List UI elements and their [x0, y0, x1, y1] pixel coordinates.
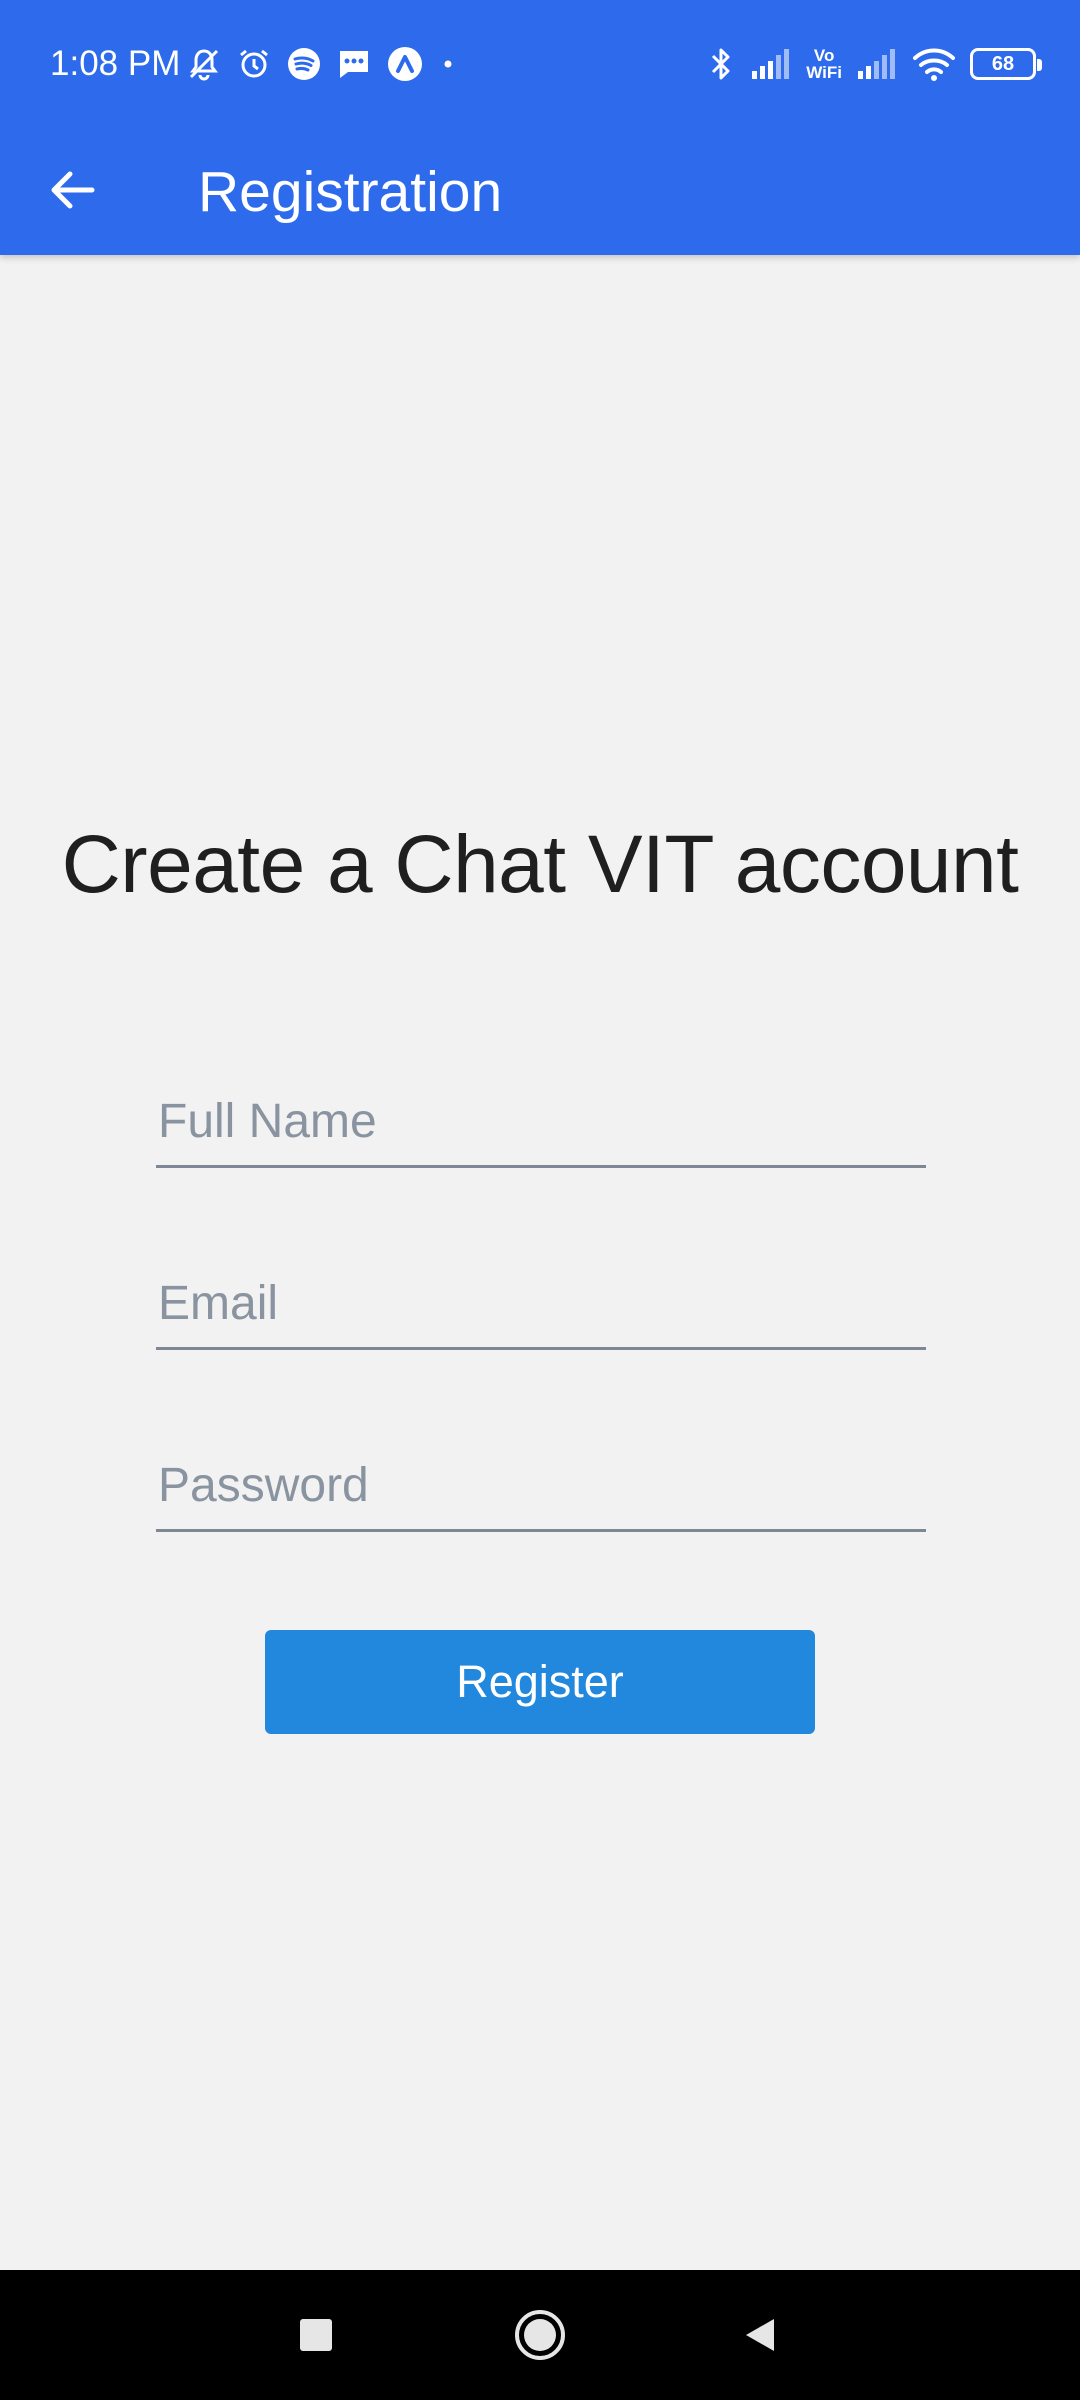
arrow-left-icon	[46, 164, 98, 216]
status-time: 1:08 PM	[50, 44, 181, 83]
wifi-icon	[912, 46, 956, 82]
system-nav-bar	[0, 2270, 1080, 2400]
page-title: Registration	[198, 160, 503, 224]
registration-screen: 1:08 PM Vo WiFi 68 Registration Create a…	[0, 0, 1080, 2400]
email-input[interactable]	[156, 1260, 926, 1347]
home-circle-icon	[513, 2308, 567, 2362]
vowifi-icon: Vo WiFi	[806, 46, 842, 82]
messages-icon	[336, 46, 372, 82]
back-button[interactable]	[30, 148, 114, 232]
battery-icon: 68	[970, 48, 1042, 80]
full-name-input[interactable]	[156, 1078, 926, 1165]
full-name-field	[156, 1078, 926, 1168]
top-bar: 1:08 PM Vo WiFi 68 Registration	[0, 0, 1080, 255]
status-bar: 1:08 PM Vo WiFi 68	[0, 0, 1080, 128]
spotify-icon	[286, 46, 322, 82]
recents-square-icon	[298, 2317, 334, 2353]
nav-back-button[interactable]	[720, 2295, 800, 2375]
status-right-icons: Vo WiFi 68	[706, 42, 1042, 86]
register-button[interactable]: Register	[265, 1630, 815, 1734]
mute-notification-icon	[186, 46, 222, 82]
arc-app-icon	[386, 45, 424, 83]
bluetooth-icon	[706, 45, 736, 83]
form-heading: Create a Chat VIT account	[61, 819, 1019, 910]
back-triangle-icon	[740, 2315, 780, 2355]
app-bar: Registration	[0, 128, 1080, 255]
email-field	[156, 1260, 926, 1350]
status-left-icons	[186, 44, 458, 84]
alarm-icon	[236, 46, 272, 82]
dot-icon	[438, 46, 458, 82]
home-button[interactable]	[500, 2295, 580, 2375]
recents-button[interactable]	[276, 2295, 356, 2375]
password-input[interactable]	[156, 1442, 926, 1529]
signal-icon	[750, 47, 792, 81]
signal-icon-2	[856, 47, 898, 81]
password-field	[156, 1442, 926, 1532]
